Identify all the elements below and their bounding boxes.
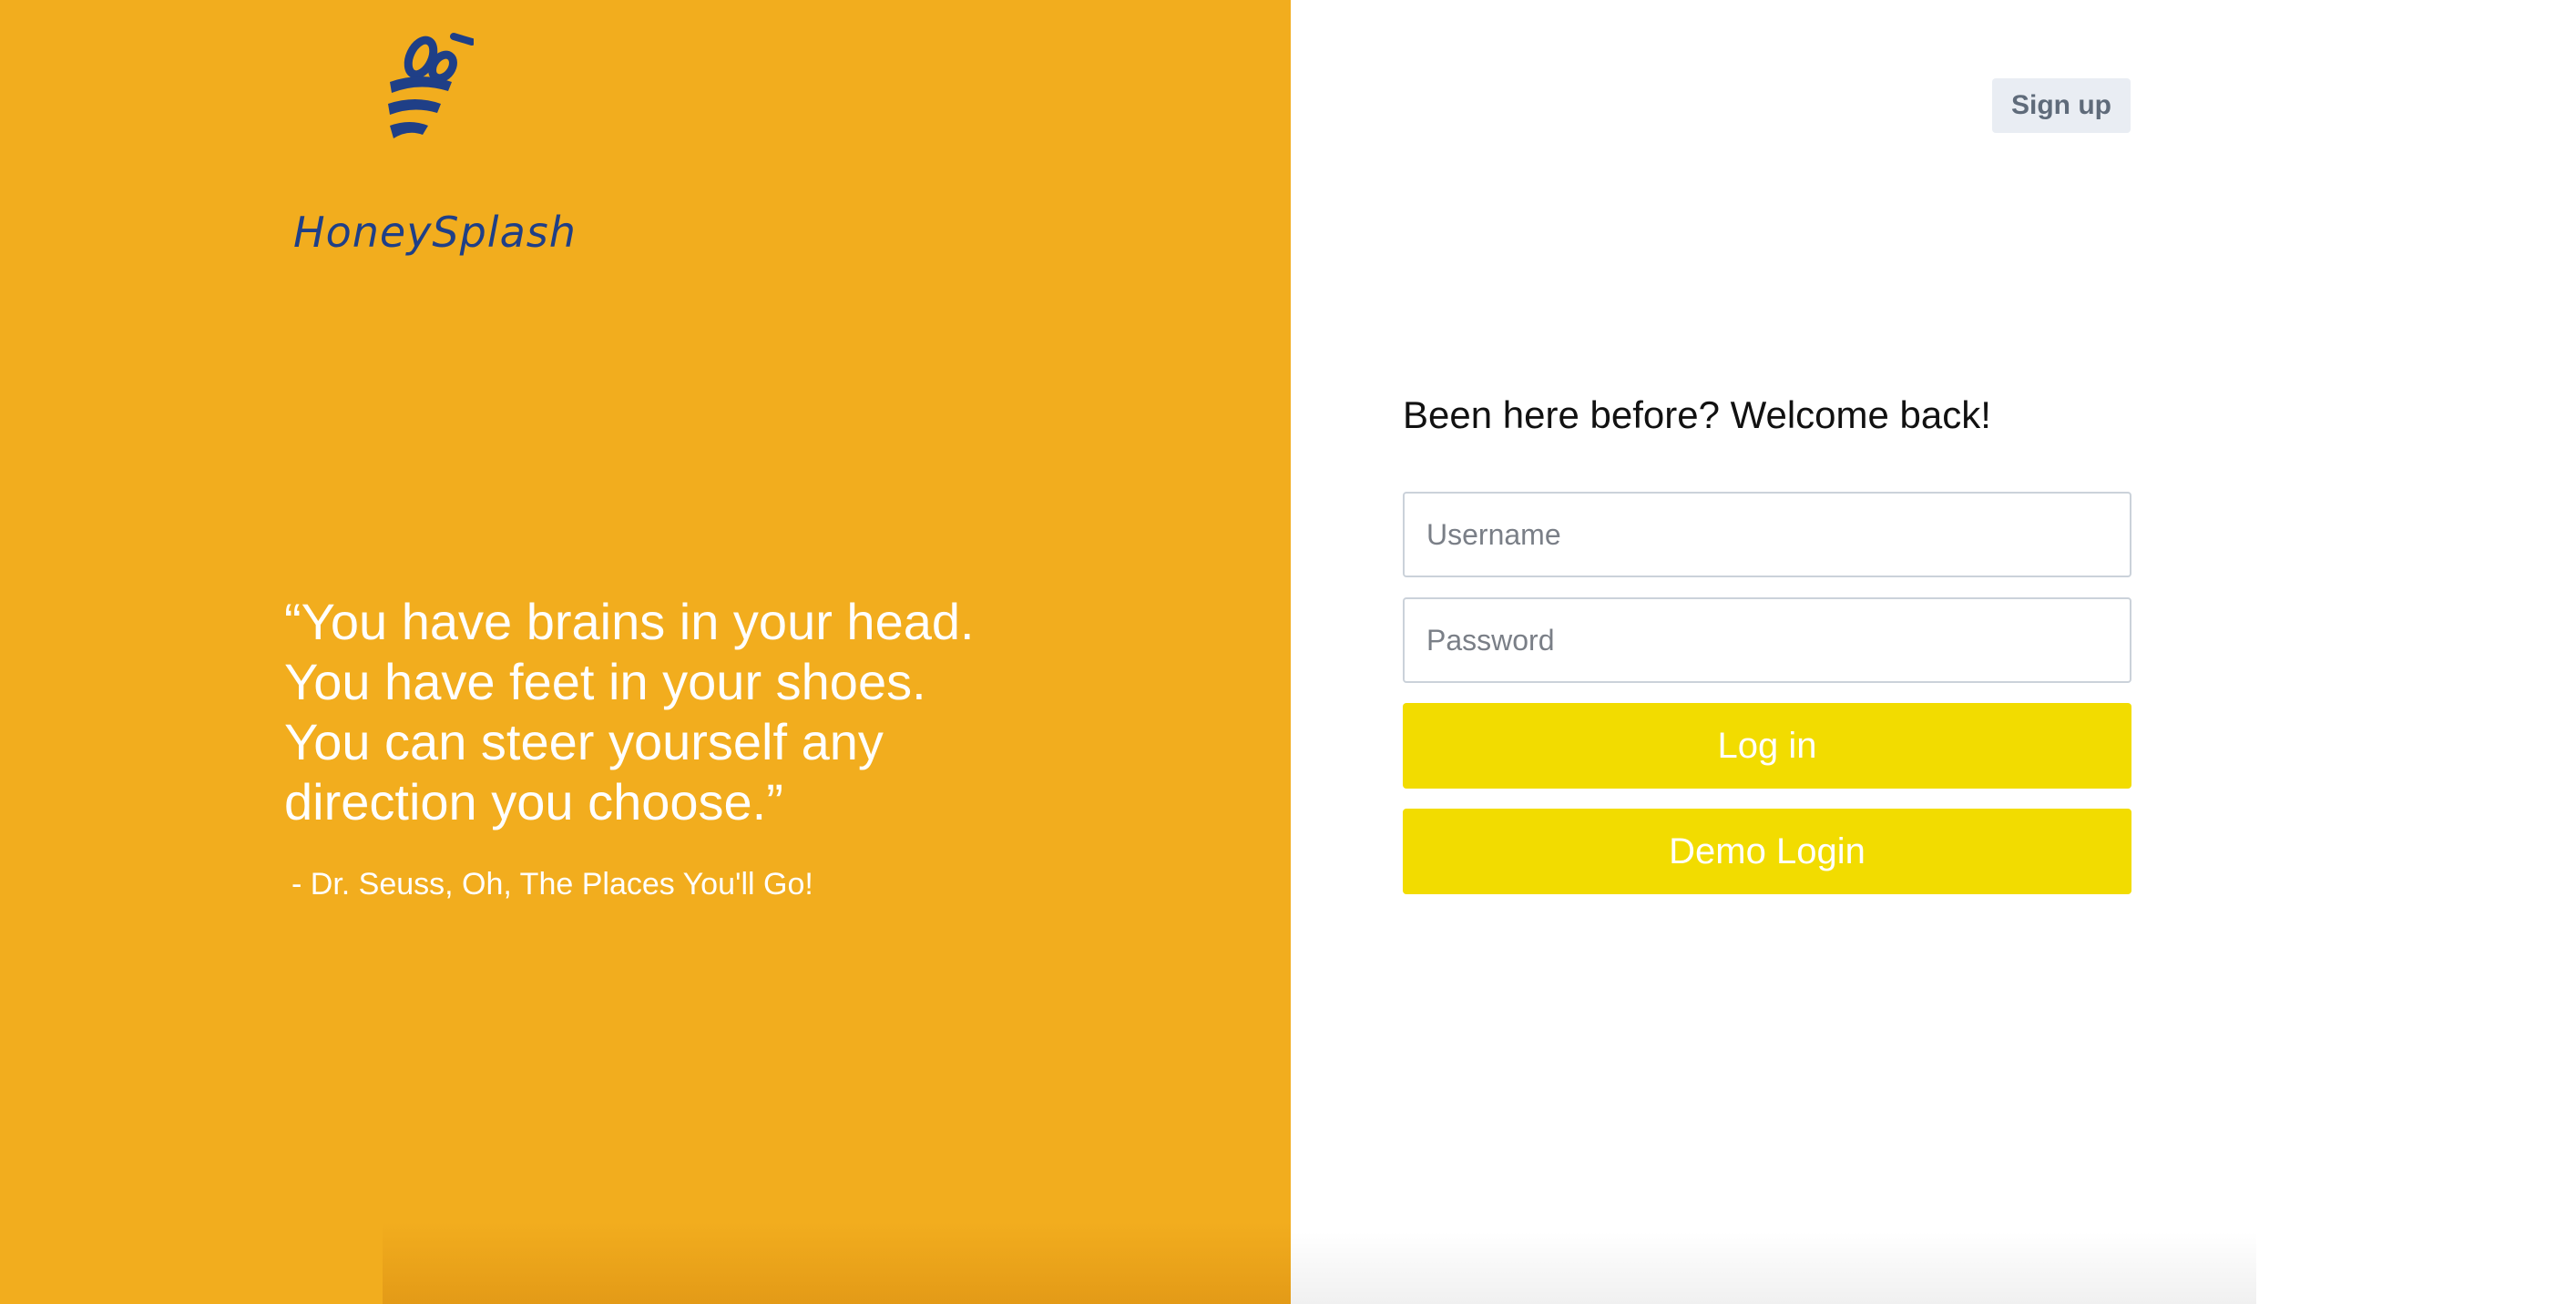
demo-login-button[interactable]: Demo Login <box>1403 809 2131 894</box>
login-panel: Sign up Been here before? Welcome back! … <box>1291 0 2576 1304</box>
login-page: HoneySplash “You have brains in your hea… <box>0 0 2576 1304</box>
panel-shadow <box>1291 1231 2256 1304</box>
quote-text: “You have brains in your head. You have … <box>284 592 1104 832</box>
bee-icon <box>388 33 474 138</box>
username-input[interactable] <box>1403 492 2131 577</box>
login-button[interactable]: Log in <box>1403 703 2131 789</box>
login-heading: Been here before? Welcome back! <box>1403 393 1991 436</box>
quote-line: You have feet in your shoes. <box>284 653 926 710</box>
quote-line: You can steer yourself any <box>284 713 884 770</box>
quote-line: “You have brains in your head. <box>284 593 975 650</box>
quote-line: direction you choose.” <box>284 773 783 830</box>
panel-shadow <box>383 1222 1291 1304</box>
quote-attribution: - Dr. Seuss, Oh, The Places You'll Go! <box>291 867 813 902</box>
signup-button[interactable]: Sign up <box>1992 78 2131 133</box>
brand-name: HoneySplash <box>293 208 577 257</box>
password-input[interactable] <box>1403 597 2131 683</box>
brand-panel: HoneySplash “You have brains in your hea… <box>0 0 1291 1304</box>
